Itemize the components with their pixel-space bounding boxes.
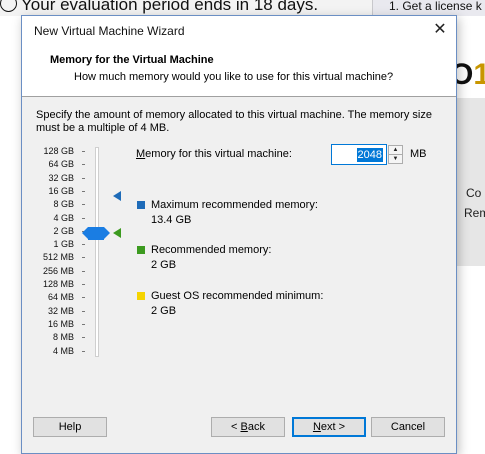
scale-label: 16 MB <box>47 318 74 329</box>
close-icon[interactable]: ✕ <box>432 22 448 38</box>
guest-minimum-swatch-icon <box>137 292 145 300</box>
evaluation-text: Your evaluation period ends in 18 days. <box>21 0 319 14</box>
memory-slider-thumb[interactable] <box>82 227 110 240</box>
scale-tick <box>82 270 85 272</box>
memory-label-rest: emory for this virtual machine: <box>145 148 292 160</box>
evaluation-text-row: Your evaluation period ends in 18 days. <box>0 0 318 15</box>
scale-tick <box>82 284 85 285</box>
max-recommended-marker-icon <box>113 191 121 201</box>
guest-minimum-title: Guest OS recommended minimum: <box>151 290 324 302</box>
recommended-swatch-icon <box>137 246 145 254</box>
info-icon <box>0 0 17 12</box>
scale-tick <box>82 151 85 152</box>
memory-label: Memory for this virtual machine: <box>136 148 292 160</box>
scale-label: 4 MB <box>52 345 74 356</box>
max-recommended-title: Maximum recommended memory: <box>151 199 318 211</box>
next-hotkey: N <box>312 421 321 433</box>
scale-label: 16 GB <box>48 185 74 196</box>
recommended-title: Recommended memory: <box>151 244 272 256</box>
scale-tick <box>82 350 85 352</box>
scale-tick <box>82 244 85 246</box>
scale-label: 512 MB <box>42 252 74 263</box>
back-rest: ack <box>247 421 265 433</box>
scale-label: 8 GB <box>53 199 74 210</box>
scale-tick <box>82 257 85 259</box>
next-rest: ext > <box>320 421 346 433</box>
title-bar[interactable]: New Virtual Machine Wizard ✕ <box>22 16 456 44</box>
scale-tick <box>82 323 85 325</box>
scale-label: 8 MB <box>52 332 74 343</box>
scale-tick <box>82 337 85 339</box>
scale-tick <box>82 204 85 206</box>
new-vm-wizard-dialog: New Virtual Machine Wizard ✕ Memory for … <box>21 15 457 454</box>
spin-down-icon[interactable]: ▼ <box>389 155 402 164</box>
recommended-value: 2 GB <box>151 259 177 271</box>
scale-tick <box>82 297 85 299</box>
scale-label: 4 GB <box>53 212 74 223</box>
background-text-2: Rem <box>464 206 485 220</box>
scale-label: 256 MB <box>42 265 74 276</box>
scale-label: 128 GB <box>43 146 74 156</box>
max-recommended-swatch-icon <box>137 201 145 209</box>
guest-minimum-value: 2 GB <box>151 305 177 317</box>
scale-label: 2 GB <box>53 225 74 236</box>
scale-tick <box>82 310 85 312</box>
logo-number: 1 <box>473 58 485 91</box>
help-button[interactable]: Help <box>33 417 107 437</box>
back-prefix: < <box>231 421 241 433</box>
cancel-button[interactable]: Cancel <box>371 417 445 437</box>
memory-spinner[interactable]: ▲ ▼ <box>388 145 403 164</box>
description-text: Specify the amount of memory allocated t… <box>36 109 432 134</box>
scale-label: 32 MB <box>47 305 74 316</box>
memory-input-value: 2048 <box>356 148 383 162</box>
scale-tick <box>82 190 85 192</box>
back-button[interactable]: < Back <box>211 417 285 437</box>
scale-label: 64 GB <box>48 159 74 170</box>
spin-up-icon[interactable]: ▲ <box>389 146 402 155</box>
scale-tick <box>82 177 85 179</box>
scale-label: 1 GB <box>53 239 74 250</box>
max-recommended-value: 13.4 GB <box>151 214 192 226</box>
scale-tick <box>82 164 85 166</box>
memory-unit: MB <box>410 148 427 160</box>
window-title: New Virtual Machine Wizard <box>34 24 185 38</box>
memory-slider-track[interactable] <box>95 147 99 357</box>
license-tab[interactable]: 1. Get a license k <box>372 0 485 16</box>
scale-label: 32 GB <box>48 172 74 183</box>
next-button[interactable]: Next > <box>292 417 366 437</box>
wizard-header: Memory for the Virtual Machine How much … <box>22 44 456 97</box>
memory-label-hotkey: M <box>136 148 146 160</box>
memory-input[interactable]: 2048 <box>331 144 387 165</box>
scale-tick <box>82 217 85 219</box>
recommended-marker-icon <box>113 228 121 238</box>
header-subtitle: How much memory would you like to use fo… <box>74 71 394 83</box>
back-hotkey: B <box>240 421 248 433</box>
scale-label: 128 MB <box>42 279 74 289</box>
header-title: Memory for the Virtual Machine <box>50 54 214 66</box>
scale-label: 64 MB <box>47 292 74 303</box>
background-text-1: Co <box>466 186 482 200</box>
